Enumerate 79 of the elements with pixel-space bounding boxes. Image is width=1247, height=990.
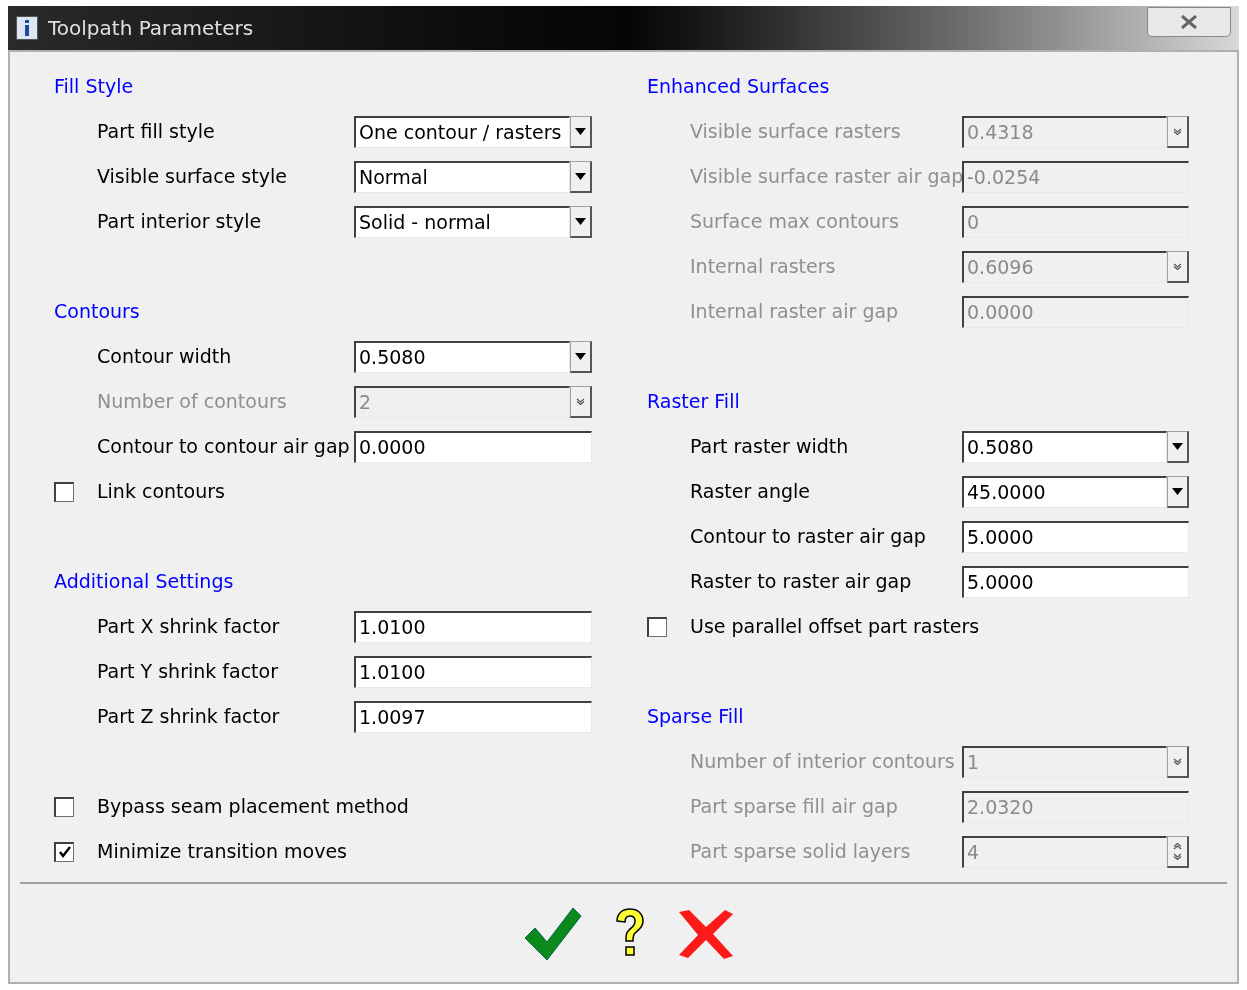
checkbox[interactable] (54, 841, 74, 862)
caret-down-icon (1172, 487, 1183, 495)
dropdown-field[interactable]: Normal (354, 160, 570, 193)
checkbox-label: Minimize transition moves (97, 839, 347, 865)
field-label: Visible surface rasters (690, 119, 902, 145)
close-button[interactable] (1147, 7, 1231, 37)
section-heading: Raster Fill (647, 389, 740, 415)
chevron-up-icon (1173, 842, 1182, 850)
section-heading: Additional Settings (54, 569, 234, 595)
field-label: Internal rasters (690, 254, 837, 280)
field-label: Contour to contour air gap (97, 434, 351, 460)
dropdown-button[interactable] (570, 340, 592, 373)
cancel-button[interactable] (676, 908, 735, 960)
chevron-down-icon (1173, 852, 1182, 860)
checkbox-label: Bypass seam placement method (97, 794, 409, 820)
check-icon (522, 906, 583, 962)
field-label: Internal raster air gap (690, 299, 900, 325)
window-title: Toolpath Parameters (48, 15, 254, 42)
dropdown-button[interactable] (1167, 745, 1189, 778)
dropdown-field[interactable]: 0.5080 (354, 340, 570, 373)
text-field[interactable]: 1.0100 (354, 655, 592, 688)
caret-down-icon (575, 352, 586, 360)
field-label: Number of interior contours (690, 749, 956, 775)
section-heading: Sparse Fill (647, 704, 744, 730)
field-label: Part Z shrink factor (97, 704, 281, 730)
field-label: Part interior style (97, 209, 263, 235)
dropdown-button[interactable] (1167, 115, 1189, 148)
section-heading: Fill Style (54, 74, 134, 100)
field-label: Contour to raster air gap (690, 524, 927, 550)
field-label: Part sparse solid layers (690, 839, 912, 865)
dropdown-field[interactable]: 45.0000 (962, 475, 1167, 508)
caret-down-icon (575, 172, 586, 180)
dropdown-field[interactable]: 0.5080 (962, 430, 1167, 463)
ok-button[interactable] (522, 906, 583, 962)
info-icon (16, 16, 38, 40)
checkbox[interactable] (54, 796, 74, 817)
field-label: Raster angle (690, 479, 812, 505)
checkbox-label: Link contours (97, 479, 225, 505)
check-icon (57, 845, 72, 859)
dropdown-button[interactable] (570, 205, 592, 238)
chevron-down-icon (1173, 127, 1182, 135)
close-icon (1180, 15, 1198, 29)
field-label: Part fill style (97, 119, 216, 145)
field-label: Number of contours (97, 389, 288, 415)
field-label: Part sparse fill air gap (690, 794, 899, 820)
caret-down-icon (575, 127, 586, 135)
text-field[interactable]: 5.0000 (962, 565, 1189, 598)
dropdown-button[interactable] (1167, 430, 1189, 463)
checkbox-label: Use parallel offset part rasters (690, 614, 980, 640)
field-label: Visible surface style (97, 164, 288, 190)
field-label: Visible surface raster air gap (690, 164, 962, 190)
chevron-down-icon (1173, 757, 1182, 765)
text-field[interactable]: 1.0097 (354, 700, 592, 733)
field-label: Part Y shrink factor (97, 659, 279, 685)
text-field[interactable]: 5.0000 (962, 520, 1189, 553)
dropdown-button[interactable] (570, 385, 592, 418)
field-label: Part X shrink factor (97, 614, 281, 640)
dropdown-field[interactable]: Solid - normal (354, 205, 570, 238)
field-label: Contour width (97, 344, 233, 370)
dropdown-button[interactable] (1167, 475, 1189, 508)
dropdown-button[interactable] (570, 160, 592, 193)
spinner-buttons[interactable] (1167, 835, 1189, 868)
caret-down-icon (575, 217, 586, 225)
text-field[interactable]: 1.0100 (354, 610, 592, 643)
section-heading: Contours (54, 299, 140, 325)
dropdown-button[interactable] (570, 115, 592, 148)
section-heading: Enhanced Surfaces (647, 74, 830, 100)
text-field[interactable]: 0.0000 (354, 430, 592, 463)
dropdown-field[interactable]: One contour / rasters (354, 115, 570, 148)
field-label: Raster to raster air gap (690, 569, 913, 595)
chevron-down-icon (576, 397, 585, 405)
checkbox[interactable] (647, 616, 667, 637)
chevron-down-icon (1173, 262, 1182, 270)
close-icon (676, 908, 735, 960)
checkbox[interactable] (54, 481, 74, 502)
dropdown-button[interactable] (1167, 250, 1189, 283)
caret-down-icon (1172, 442, 1183, 450)
field-label: Part raster width (690, 434, 850, 460)
field-label: Surface max contours (690, 209, 900, 235)
